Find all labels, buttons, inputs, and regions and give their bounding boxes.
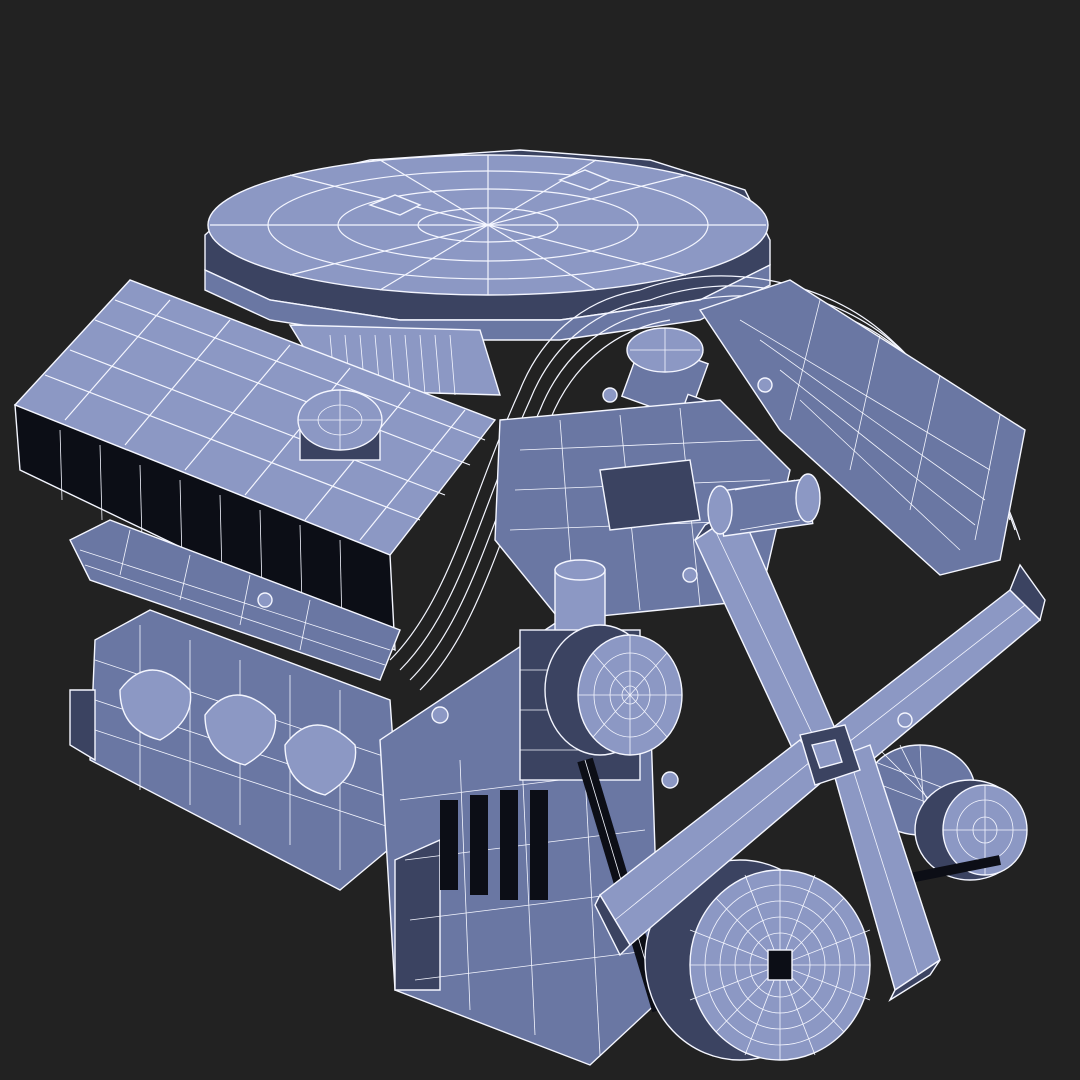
water-pump-pulley xyxy=(544,624,683,756)
3d-viewport[interactable] xyxy=(0,0,1080,1080)
oil-filler-cap xyxy=(297,389,383,461)
engine-wireframe-model xyxy=(13,149,1046,1066)
air-cleaner xyxy=(204,149,771,341)
